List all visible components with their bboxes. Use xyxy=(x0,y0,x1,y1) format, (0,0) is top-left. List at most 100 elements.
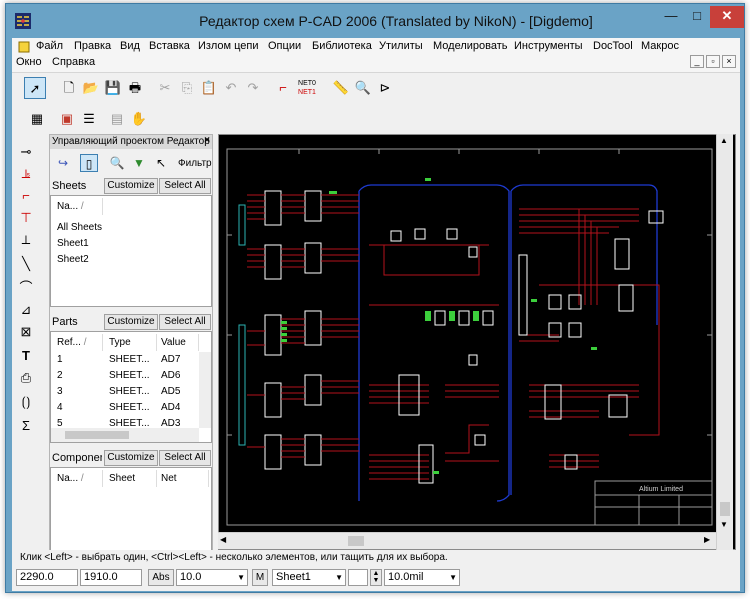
sheets-customize-button[interactable]: Customize xyxy=(104,178,158,194)
table-row[interactable]: 1 SHEET... AD7 xyxy=(51,352,211,368)
y-coordinate-field[interactable]: 1910.0 xyxy=(80,569,142,586)
wire-tool-icon[interactable]: ⌐ xyxy=(272,77,294,99)
select-arrow-icon[interactable]: ➚ xyxy=(24,77,46,99)
parts-value-header[interactable]: Value xyxy=(157,334,199,351)
spin-updown-icon[interactable]: ▲ ▼ xyxy=(370,569,382,586)
components-sheet-header[interactable]: Sheet xyxy=(105,470,157,487)
menu-window[interactable]: Окно xyxy=(16,56,42,68)
menu-library[interactable]: Библиотека xyxy=(312,40,372,52)
sheet-frame-icon[interactable]: ▣ xyxy=(56,108,78,130)
components-customize-button[interactable]: Customize xyxy=(104,450,158,466)
list-icon[interactable]: ☰ xyxy=(78,108,100,130)
schematic-canvas[interactable]: Altium Limited xyxy=(218,134,736,550)
title-bar[interactable]: Редактор схем P-CAD 2006 (Translated by … xyxy=(6,4,744,38)
refresh-arrow-icon[interactable]: ↪ xyxy=(54,154,72,172)
measure-ruler-icon[interactable]: 📏 xyxy=(330,77,352,99)
list-item[interactable]: Sheet1 xyxy=(51,236,211,252)
chip-filter-icon[interactable]: ▯ xyxy=(80,154,98,172)
filter-label[interactable]: Фильтр xyxy=(178,158,212,169)
place-wire-icon[interactable]: ⌐ xyxy=(16,186,36,206)
menu-wire-bend[interactable]: Излом цепи xyxy=(198,40,259,52)
mode-m-button[interactable]: M xyxy=(252,569,268,586)
scroll-down-icon[interactable]: ▼ xyxy=(720,520,728,529)
place-arc-icon[interactable]: ⌒ xyxy=(16,278,36,298)
place-attribute-icon[interactable]: Σ xyxy=(16,416,36,436)
sheet-select[interactable]: Sheet1 ▼ xyxy=(272,569,346,586)
components-name-header[interactable]: Na... / xyxy=(53,470,103,487)
parts-select-all-button[interactable]: Select All xyxy=(159,314,211,330)
undo-icon[interactable]: ↶ xyxy=(220,77,242,99)
menu-file[interactable]: Файл xyxy=(36,40,63,52)
parts-customize-button[interactable]: Customize xyxy=(104,314,158,330)
menu-view[interactable]: Вид xyxy=(120,40,140,52)
menu-options[interactable]: Опции xyxy=(268,40,301,52)
menu-help[interactable]: Справка xyxy=(52,56,95,68)
menu-doctool[interactable]: DocTool xyxy=(593,40,633,52)
place-part-icon[interactable]: ⫡ xyxy=(16,164,36,184)
filter-funnel-icon[interactable]: ▼ xyxy=(130,154,148,172)
open-folder-icon[interactable]: 📂 xyxy=(80,77,102,99)
scroll-left-icon[interactable]: ◀ xyxy=(220,535,226,544)
new-file-icon[interactable]: 🗋 xyxy=(58,77,80,99)
grid-table-icon[interactable]: ▦ xyxy=(26,108,48,130)
list-item[interactable]: All Sheets xyxy=(51,220,211,236)
parts-ref-header[interactable]: Ref... / xyxy=(53,334,103,351)
menu-macro[interactable]: Макрос xyxy=(641,40,679,52)
table-row[interactable]: 4 SHEET... AD4 xyxy=(51,400,211,416)
place-ieee-symbol-icon[interactable]: ⊠ xyxy=(16,322,36,342)
canvas-horizontal-scrollbar[interactable]: ◀ ▶ xyxy=(218,532,716,549)
horizontal-scroll-thumb[interactable] xyxy=(348,536,364,546)
sheets-select-all-button[interactable]: Select All xyxy=(159,178,211,194)
place-polygon-icon[interactable]: ⊿ xyxy=(16,300,36,320)
x-coordinate-field[interactable]: 2290.0 xyxy=(16,569,78,586)
grid-select[interactable]: 10.0 ▼ xyxy=(176,569,248,586)
mdi-minimize-button[interactable]: _ xyxy=(690,55,704,68)
canvas-vertical-scrollbar[interactable]: ▲ ▼ xyxy=(716,134,733,550)
copy-icon[interactable]: ⎘ xyxy=(176,77,198,99)
menu-insert[interactable]: Вставка xyxy=(149,40,190,52)
menu-utils[interactable]: Утилиты xyxy=(379,40,423,52)
parts-vertical-scrollbar[interactable] xyxy=(199,352,211,428)
line-width-select[interactable]: 10.0mil ▼ xyxy=(384,569,460,586)
place-bus-entry-icon[interactable]: ⟮⟯ xyxy=(16,392,36,412)
menu-simulate[interactable]: Моделировать xyxy=(433,40,508,52)
mdi-restore-button[interactable]: ▫ xyxy=(706,55,720,68)
parts-type-header[interactable]: Type xyxy=(105,334,157,351)
place-ref-point-icon[interactable]: ⟂ xyxy=(16,230,36,250)
print-icon[interactable]: 🖶 xyxy=(124,77,146,99)
paste-icon[interactable]: 📋 xyxy=(198,77,220,99)
color-box[interactable] xyxy=(348,569,368,586)
abs-toggle-button[interactable]: Abs xyxy=(148,569,174,586)
place-port-icon[interactable]: ⊤ xyxy=(16,208,36,228)
component-chip-icon[interactable]: ▤ xyxy=(106,108,128,130)
components-select-all-button[interactable]: Select All xyxy=(159,450,211,466)
scroll-up-icon[interactable]: ▲ xyxy=(720,136,728,145)
parts-horizontal-scrollbar[interactable] xyxy=(51,428,199,442)
table-row[interactable]: 3 SHEET... AD5 xyxy=(51,384,211,400)
document-icon[interactable] xyxy=(18,41,30,53)
menu-edit[interactable]: Правка xyxy=(74,40,111,52)
maximize-button[interactable]: □ xyxy=(684,6,710,28)
mdi-close-button[interactable]: × xyxy=(722,55,736,68)
table-row[interactable]: 2 SHEET... AD6 xyxy=(51,368,211,384)
place-pin-icon[interactable]: ⊸ xyxy=(16,142,36,162)
scroll-right-icon[interactable]: ▶ xyxy=(704,535,710,544)
simulate-gate-icon[interactable]: ⊳ xyxy=(374,77,396,99)
hand-pick-icon[interactable]: ✋ xyxy=(128,108,150,130)
select-pointer-icon[interactable]: ↖ xyxy=(152,154,170,172)
place-line-icon[interactable]: ╲ xyxy=(16,254,36,274)
components-net-header[interactable]: Net xyxy=(157,470,209,487)
net-rename-icon[interactable]: NET0 NET1 xyxy=(294,77,320,99)
vertical-scroll-thumb[interactable] xyxy=(720,502,730,516)
place-text-icon[interactable]: T xyxy=(16,346,36,366)
minimize-button[interactable]: — xyxy=(658,6,684,28)
redo-icon[interactable]: ↷ xyxy=(242,77,264,99)
list-item[interactable]: Sheet2 xyxy=(51,252,211,268)
zoom-icon[interactable]: 🔍 xyxy=(108,154,126,172)
save-icon[interactable]: 💾 xyxy=(102,77,124,99)
cut-icon[interactable]: ✂ xyxy=(154,77,176,99)
table-row[interactable]: 5 SHEET... AD3 xyxy=(51,416,211,429)
zoom-find-icon[interactable]: 🔍 xyxy=(352,77,374,99)
sheets-name-header[interactable]: Na... / xyxy=(53,198,103,215)
place-field-icon[interactable]: ⎙ xyxy=(16,368,36,388)
